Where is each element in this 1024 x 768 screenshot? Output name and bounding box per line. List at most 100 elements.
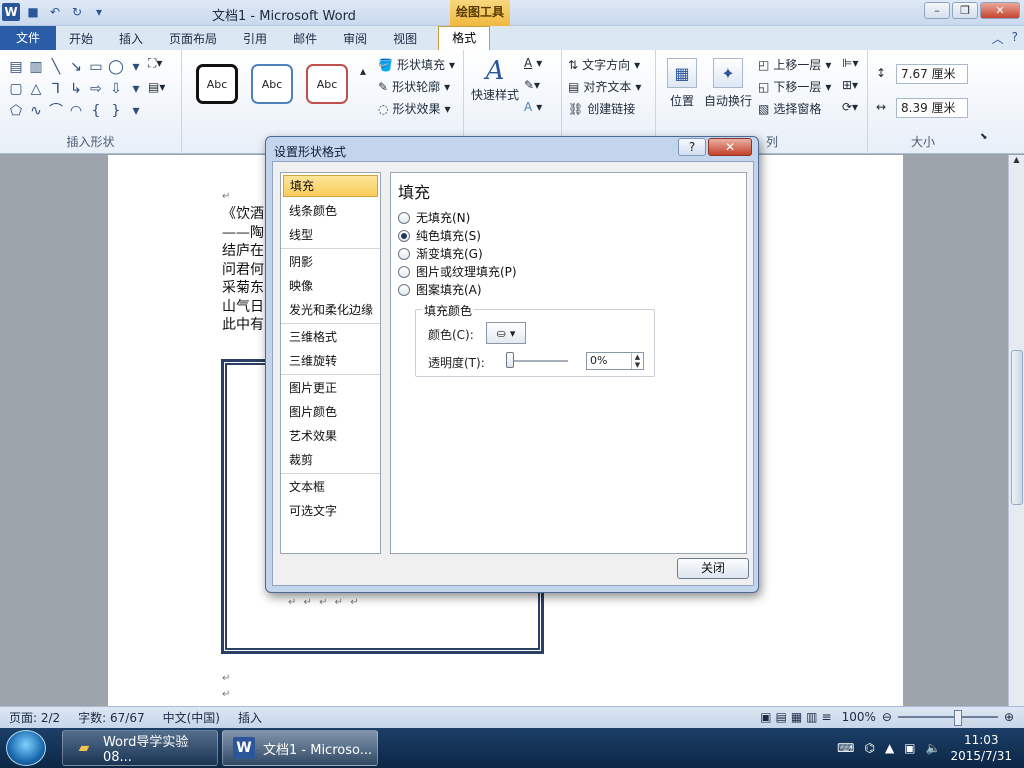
text-outline-icon[interactable]: ✎▾ xyxy=(524,78,540,92)
radio-button-selected-icon[interactable] xyxy=(398,229,410,242)
down-arrow-shape-icon[interactable]: ⇩ xyxy=(106,80,126,98)
status-page[interactable]: 页面: 2/2 xyxy=(0,709,69,726)
shape-effects-button[interactable]: ◌ 形状效果 ▾ xyxy=(378,100,451,117)
nav-item-glow[interactable]: 发光和柔化边缘 xyxy=(281,298,380,322)
tab-review[interactable]: 审阅 xyxy=(330,28,380,50)
triangle-shape-icon[interactable]: △ xyxy=(26,80,46,98)
word-logo-icon[interactable]: W xyxy=(2,3,20,21)
nav-item-text-box[interactable]: 文本框 xyxy=(281,475,380,499)
left-brace-shape-icon[interactable]: { xyxy=(86,102,106,120)
ime-icon[interactable]: ⌬ xyxy=(864,741,874,755)
nav-item-line-style[interactable]: 线型 xyxy=(281,223,380,247)
shape-width-input[interactable]: 8.39 厘米 xyxy=(896,98,968,118)
selection-pane-button[interactable]: ▧ 选择窗格 xyxy=(758,100,821,117)
right-arrow-shape-icon[interactable]: ⇨ xyxy=(86,80,106,98)
shape-style-black[interactable]: Abc xyxy=(196,64,238,104)
show-hidden-icon[interactable]: ▲ xyxy=(885,741,894,755)
redo-icon[interactable]: ↻ xyxy=(68,3,86,21)
minimize-icon[interactable]: – xyxy=(924,2,950,19)
status-language[interactable]: 中文(中国) xyxy=(154,709,229,726)
text-direction-button[interactable]: ⇅ 文字方向 ▾ xyxy=(568,56,640,73)
transparency-slider-track[interactable] xyxy=(510,360,568,362)
tab-page-layout[interactable]: 页面布局 xyxy=(156,28,230,50)
radio-pattern-fill[interactable]: 图案填充(A) xyxy=(398,281,482,298)
edit-shape-icon[interactable]: ⛶▾ xyxy=(148,56,162,71)
dialog-help-icon[interactable]: ? xyxy=(678,138,706,156)
tab-references[interactable]: 引用 xyxy=(230,28,280,50)
text-effects-icon[interactable]: A ▾ xyxy=(524,100,542,114)
tab-file[interactable]: 文件 xyxy=(0,26,56,50)
transparency-spinner[interactable]: 0% ▲ ▼ xyxy=(586,352,644,370)
close-button[interactable]: 关闭 xyxy=(677,558,749,579)
tab-insert[interactable]: 插入 xyxy=(106,28,156,50)
elbow-arrow-shape-icon[interactable]: ↳ xyxy=(66,80,86,98)
zoom-slider[interactable] xyxy=(897,710,998,726)
nav-item-picture-color[interactable]: 图片颜色 xyxy=(281,400,380,424)
position-button[interactable]: ▦ 位置 xyxy=(662,58,702,109)
create-link-button[interactable]: ⛓ 创建链接 xyxy=(568,100,635,117)
nav-item-alt-text[interactable]: 可选文字 xyxy=(281,499,380,523)
clock[interactable]: 11:03 2015/7/31 xyxy=(950,732,1012,764)
spinner-arrows-icon[interactable]: ▲ ▼ xyxy=(631,353,643,369)
customize-qat-icon[interactable]: ▾ xyxy=(90,3,108,21)
help-icon[interactable]: ? xyxy=(1012,30,1018,47)
color-picker-button[interactable]: ⛀ ▾ xyxy=(486,322,526,344)
size-dialog-launcher-icon[interactable]: ⬊ xyxy=(980,132,988,142)
expand-gallery-icon[interactable]: ▾ xyxy=(126,102,146,120)
wrap-text-button[interactable]: ✦ 自动换行 xyxy=(702,58,754,109)
nav-item-picture-corrections[interactable]: 图片更正 xyxy=(281,376,380,400)
dialog-close-icon[interactable]: ✕ xyxy=(708,138,752,156)
vertical-scrollbar[interactable]: ▲ xyxy=(1008,155,1024,706)
nav-item-line-color[interactable]: 线条颜色 xyxy=(281,199,380,223)
radio-gradient-fill[interactable]: 渐变填充(G) xyxy=(398,245,483,262)
arrow-line-shape-icon[interactable]: ↘ xyxy=(66,58,86,76)
view-buttons-icon[interactable]: ▣▤▦▥≡ xyxy=(760,710,835,724)
scroll-gallery-icon[interactable]: ▾ xyxy=(126,80,146,98)
line-shape-icon[interactable]: ╲ xyxy=(46,58,66,76)
status-word-count[interactable]: 字数: 67/67 xyxy=(69,709,153,726)
styles-scroll-icon[interactable]: ▴ xyxy=(360,64,366,78)
shape-style-red[interactable]: Abc xyxy=(306,64,348,104)
scroll-thumb[interactable] xyxy=(1011,350,1023,505)
keyboard-icon[interactable]: ⌨ xyxy=(837,741,854,755)
taskbar-item-word[interactable]: W 文档1 - Microso... xyxy=(222,730,378,766)
volume-icon[interactable]: 🔈 xyxy=(926,741,941,755)
radio-button-icon[interactable] xyxy=(398,211,410,224)
shapes-gallery[interactable]: ▤ ▥ ╲ ↘ ▭ ◯ ▾ ▢ △ ⅂ ↳ ⇨ ⇩ ▾ ⬠ ∿ ⌒ ◠ { } … xyxy=(6,58,146,120)
nav-item-artistic-effects[interactable]: 艺术效果 xyxy=(281,424,380,448)
collapse-ribbon-icon[interactable]: ︿ xyxy=(992,30,1004,47)
send-backward-button[interactable]: ◱ 下移一层 ▾ xyxy=(758,78,831,95)
nav-item-reflection[interactable]: 映像 xyxy=(281,274,380,298)
more-shapes-icon[interactable]: ▾ xyxy=(126,58,146,76)
zoom-level[interactable]: 100% xyxy=(842,710,876,724)
textbox-shape-icon[interactable]: ▤ xyxy=(6,58,26,76)
radio-button-icon[interactable] xyxy=(398,265,410,278)
shape-height-input[interactable]: 7.67 厘米 xyxy=(896,64,968,84)
radio-button-icon[interactable] xyxy=(398,283,410,296)
zoom-out-icon[interactable]: ⊖ xyxy=(882,710,892,724)
restore-icon[interactable]: ❐ xyxy=(952,2,978,19)
tab-mailings[interactable]: 邮件 xyxy=(280,28,330,50)
status-insert-mode[interactable]: 插入 xyxy=(229,709,271,726)
tab-format[interactable]: 格式 xyxy=(438,26,491,50)
undo-icon[interactable]: ↶ xyxy=(46,3,64,21)
nav-item-3d-rotation[interactable]: 三维旋转 xyxy=(281,349,380,373)
text-fill-icon[interactable]: A ▾ xyxy=(524,56,542,70)
pentagon-shape-icon[interactable]: ⬠ xyxy=(6,102,26,120)
align-icon[interactable]: ⊫▾ xyxy=(842,56,858,70)
rotate-icon[interactable]: ⟳▾ xyxy=(842,100,858,114)
radio-solid-fill[interactable]: 纯色填充(S) xyxy=(398,227,481,244)
window-close-icon[interactable]: ✕ xyxy=(980,2,1020,19)
shape-style-blue[interactable]: Abc xyxy=(251,64,293,104)
elbow-connector-shape-icon[interactable]: ⅂ xyxy=(46,80,66,98)
radio-button-icon[interactable] xyxy=(398,247,410,260)
freeform-shape-icon[interactable]: ∿ xyxy=(26,102,46,120)
tab-view[interactable]: 视图 xyxy=(380,28,430,50)
radio-picture-fill[interactable]: 图片或纹理填充(P) xyxy=(398,263,517,280)
start-button-icon[interactable] xyxy=(6,730,46,766)
right-brace-shape-icon[interactable]: } xyxy=(106,102,126,120)
scroll-up-icon[interactable]: ▲ xyxy=(1009,155,1024,164)
curve-shape-icon[interactable]: ⌒ xyxy=(46,102,66,120)
save-icon[interactable]: ■ xyxy=(24,3,42,21)
network-icon[interactable]: ▣ xyxy=(904,741,915,755)
